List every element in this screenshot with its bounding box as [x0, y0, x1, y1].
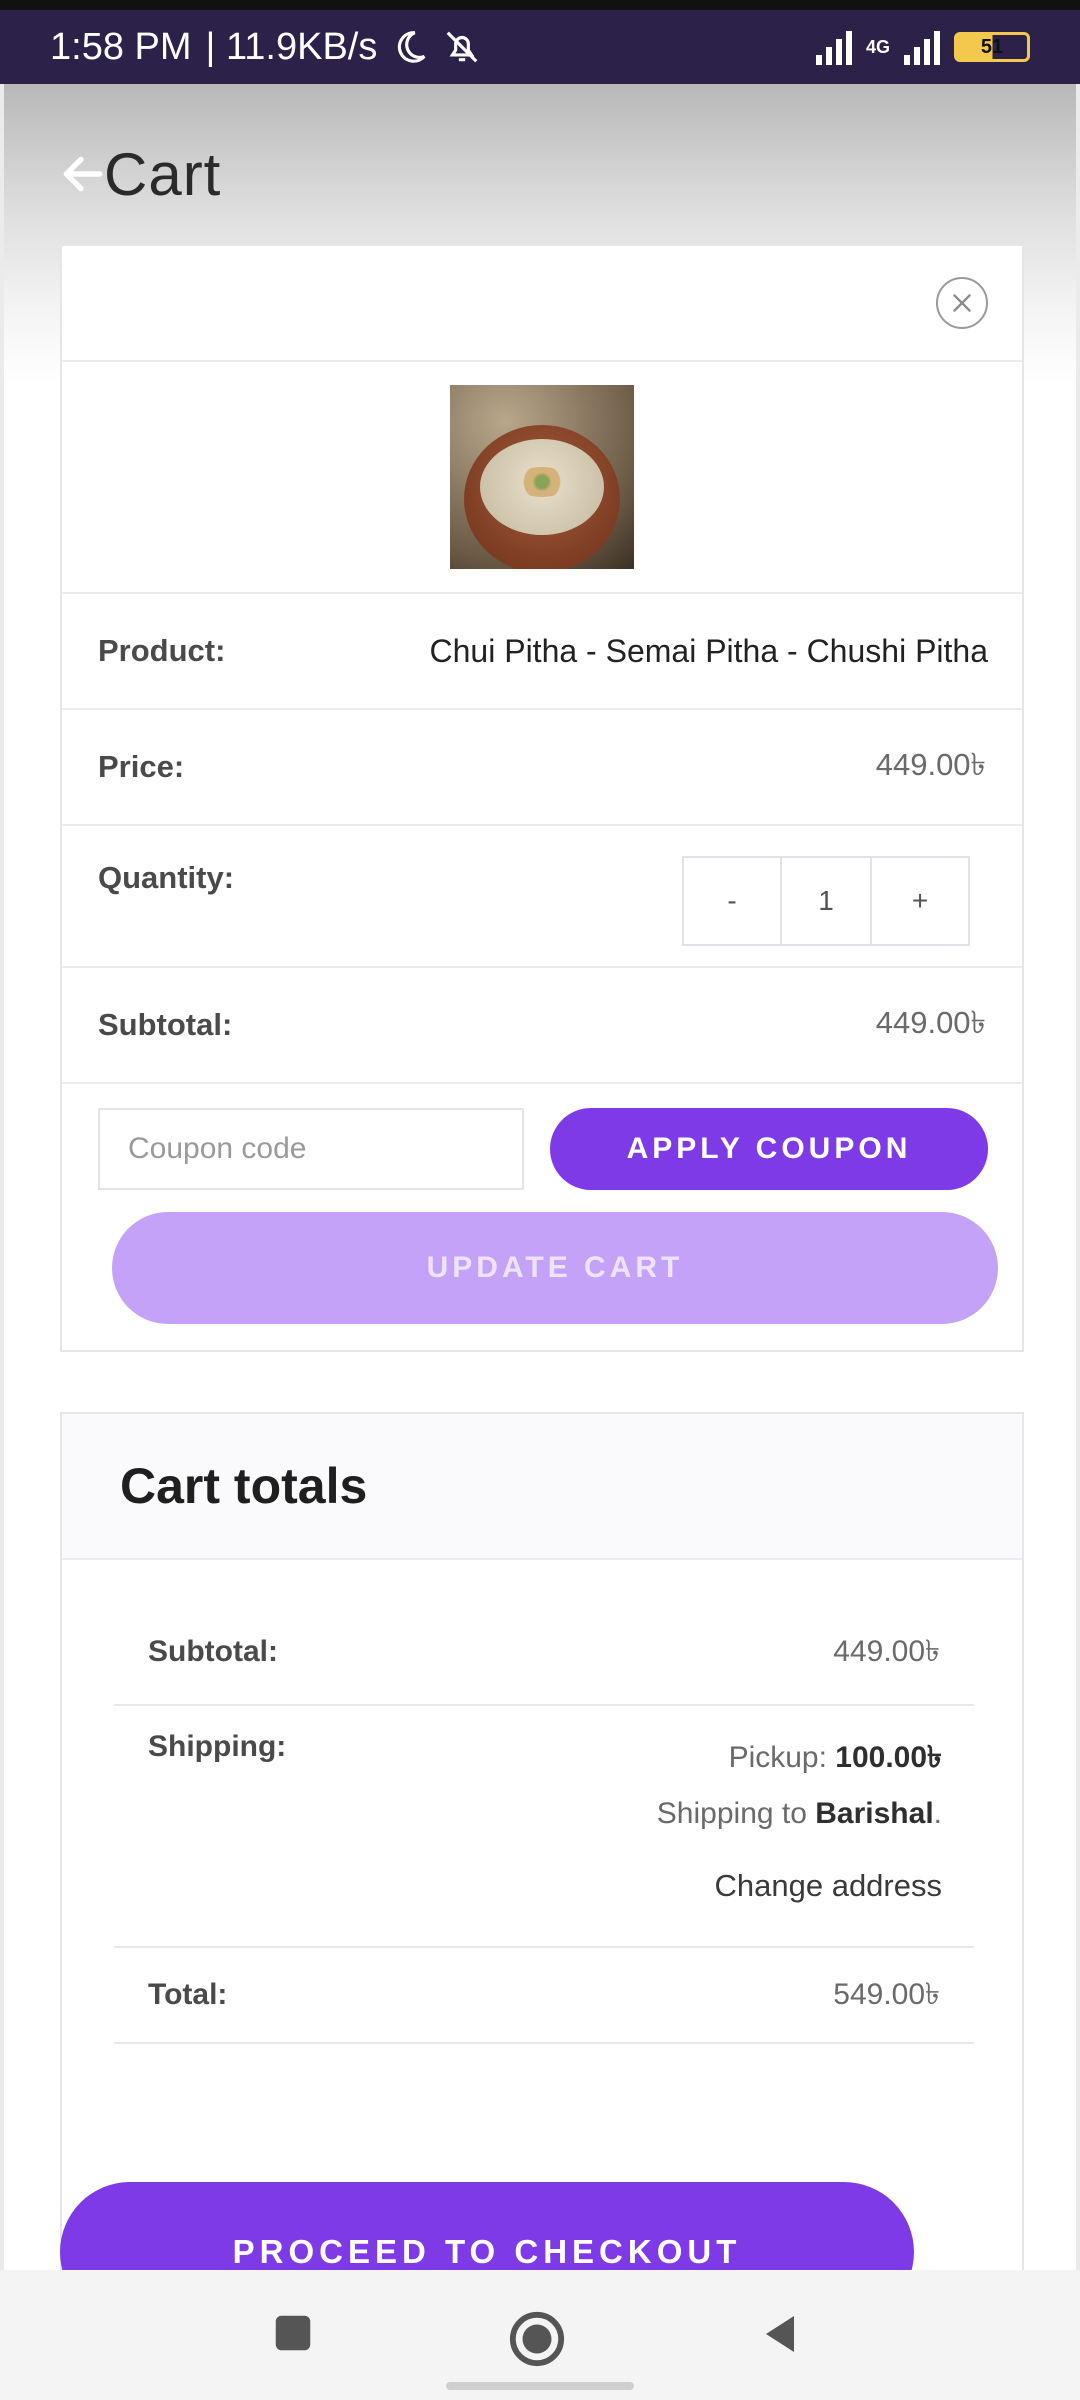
shipping-to-prefix: Shipping to: [656, 1797, 807, 1830]
bell-off-icon: [443, 28, 481, 66]
product-name-link[interactable]: Chui Pitha - Semai Pitha - Chushi Pitha: [430, 633, 988, 670]
change-address-link[interactable]: Change address: [715, 1868, 943, 1904]
price-label: Price:: [98, 749, 185, 784]
subtotal-value: 449.00৳: [875, 1005, 986, 1040]
quantity-stepper: - 1 +: [682, 856, 970, 946]
shipping-to-suffix: .: [933, 1797, 942, 1830]
coupon-code-input[interactable]: [98, 1108, 524, 1190]
pickup-prefix: Pickup:: [728, 1741, 827, 1774]
shipping-details: Pickup: 100.00৳ Shipping to Barishal. Ch…: [657, 1730, 974, 1946]
subtotal-row: Subtotal: 449.00৳: [62, 968, 1022, 1084]
nav-back-button[interactable]: [756, 2310, 804, 2358]
update-cart-button[interactable]: UPDATE CART: [112, 1212, 998, 1324]
quantity-increment-button[interactable]: +: [872, 858, 968, 944]
quantity-decrement-button[interactable]: -: [684, 858, 780, 944]
cart-totals-card: Cart totals Subtotal: 449.00৳ Shipping: …: [60, 1412, 1024, 2270]
status-time: 1:58 PM: [50, 25, 192, 68]
home-indicator: [446, 2382, 634, 2390]
total-value: 549.00৳: [833, 1977, 940, 2011]
subtotal-label: Subtotal:: [98, 1007, 233, 1042]
battery-level: 51: [980, 35, 1004, 58]
shipping-destination: Shipping to Barishal.: [657, 1786, 942, 1842]
nav-home-button[interactable]: [508, 2310, 566, 2368]
cell-signal-icon: [904, 29, 940, 65]
close-icon: [953, 294, 971, 312]
back-arrow-icon: [63, 156, 103, 192]
moon-icon: [391, 28, 429, 66]
price-value: 449.00৳: [875, 747, 986, 782]
totals-subtotal-value: 449.00৳: [833, 1634, 940, 1668]
shipping-to-place: Barishal: [815, 1797, 934, 1830]
network-type: 4G: [865, 37, 890, 57]
quantity-label: Quantity:: [98, 860, 235, 895]
pickup-amount: 100.00৳: [835, 1741, 942, 1774]
quantity-input[interactable]: 1: [780, 858, 872, 944]
apply-coupon-button[interactable]: APPLY COUPON: [550, 1108, 988, 1190]
back-button[interactable]: [56, 147, 110, 201]
status-net-speed: | 11.9KB/s: [205, 25, 378, 68]
totals-shipping-row: Shipping: Pickup: 100.00৳ Shipping to Ba…: [114, 1706, 974, 1948]
page-title: Cart: [104, 140, 222, 208]
shipping-label: Shipping:: [148, 1730, 287, 1763]
totals-total-row: Total: 549.00৳: [114, 1948, 974, 2044]
battery-icon: 51: [954, 32, 1030, 62]
total-label: Total:: [148, 1978, 228, 2011]
product-thumbnail[interactable]: [450, 385, 634, 569]
product-image-row: [62, 362, 1022, 594]
status-bar: 1:58 PM | 11.9KB/s 4G 51: [0, 0, 1080, 84]
status-left: 1:58 PM | 11.9KB/s: [50, 26, 481, 69]
remove-item-button[interactable]: [936, 277, 988, 329]
app-content: Cart Product: Chui Pitha - Semai Pitha -…: [4, 84, 1076, 2270]
square-icon: [275, 2315, 311, 2351]
circle-icon: [509, 2311, 565, 2367]
header: Cart: [4, 124, 1076, 224]
cart-totals-title: Cart totals: [120, 1458, 368, 1514]
cart-totals-body: Subtotal: 449.00৳ Shipping: Pickup: 100.…: [62, 1560, 1022, 2044]
price-row: Price: 449.00৳: [62, 710, 1022, 826]
triangle-back-icon: [766, 2316, 794, 2352]
wifi-signal-icon: [815, 29, 852, 65]
status-right: 4G 51: [815, 29, 1030, 65]
nav-recents-button[interactable]: [270, 2310, 316, 2356]
product-row: Product: Chui Pitha - Semai Pitha - Chus…: [62, 594, 1022, 710]
product-label: Product:: [98, 633, 226, 668]
pickup-option: Pickup: 100.00৳: [657, 1730, 942, 1786]
cart-item-card: Product: Chui Pitha - Semai Pitha - Chus…: [60, 244, 1024, 1352]
quantity-row: Quantity: - 1 +: [62, 826, 1022, 968]
totals-subtotal-row: Subtotal: 449.00৳: [114, 1560, 974, 1706]
coupon-area: APPLY COUPON UPDATE CART: [62, 1084, 1022, 1350]
proceed-to-checkout-button[interactable]: PROCEED TO CHECKOUT: [60, 2182, 914, 2270]
system-nav-bar: [0, 2270, 1080, 2400]
cart-totals-header: Cart totals: [62, 1414, 1022, 1560]
remove-row: [62, 246, 1022, 362]
totals-subtotal-label: Subtotal:: [148, 1635, 278, 1668]
